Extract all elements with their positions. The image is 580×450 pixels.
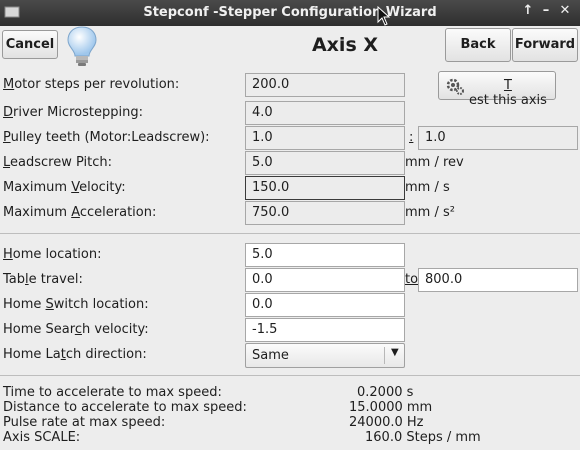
home-search-velocity-label: Home Search velocity: (3, 322, 149, 337)
cancel-button[interactable]: Cancel (2, 30, 58, 59)
leadscrew-pitch-unit: mm / rev (405, 155, 464, 170)
section-divider-1 (0, 233, 580, 234)
combo-divider (384, 347, 385, 364)
pulley-motor-field[interactable]: 1.0 (245, 126, 405, 150)
max-velocity-unit: mm / s (405, 180, 450, 195)
table-travel-to-label: to (405, 272, 419, 287)
back-button[interactable]: Back (445, 28, 511, 62)
summary-axis-scale-label: Axis SCALE: (3, 430, 81, 445)
summary-accel-time-value: 0.2000 s (357, 385, 414, 400)
max-velocity-label: Maximum Velocity: (3, 180, 126, 195)
home-latch-direction-value: Same (252, 348, 289, 363)
max-acceleration-unit: mm / s² (405, 205, 455, 220)
table-travel-label: Table travel: (3, 272, 83, 287)
forward-label: Forward (514, 37, 576, 52)
window-title: Stepconf -Stepper Configuration Wizard (143, 5, 437, 20)
title-bar[interactable]: Stepconf -Stepper Configuration Wizard ↑… (0, 0, 580, 26)
pin-icon[interactable]: ↑ (520, 3, 536, 21)
leadscrew-pitch-label: Leadscrew Pitch: (3, 155, 113, 170)
back-label: Back (460, 37, 496, 52)
minimize-icon[interactable]: – (538, 3, 554, 21)
close-icon[interactable]: ✕ (557, 3, 573, 21)
forward-button[interactable]: Forward (512, 28, 578, 62)
summary-accel-distance-label: Distance to accelerate to max speed: (3, 400, 247, 415)
motor-steps-label: Motor steps per revolution: (3, 77, 180, 92)
leadscrew-pitch-field[interactable]: 5.0 (245, 151, 405, 175)
gear-icon (446, 78, 464, 95)
cancel-label: Cancel (5, 37, 55, 52)
max-velocity-field[interactable]: 150.0 (245, 176, 405, 200)
microstepping-label: Driver Microstepping: (3, 105, 143, 120)
motor-steps-field[interactable]: 200.0 (245, 73, 405, 97)
table-travel-from-field[interactable]: 0.0 (245, 268, 405, 292)
summary-accel-time-label: Time to accelerate to max speed: (3, 385, 222, 400)
cursor-icon (377, 6, 391, 26)
summary-axis-scale-value: 160.0 Steps / mm (365, 430, 481, 445)
test-axis-label: Test this axis (469, 78, 547, 108)
pulley-separator: : (409, 130, 414, 145)
pulley-leadscrew-field[interactable]: 1.0 (418, 126, 578, 150)
summary-pulse-rate-value: 24000.0 Hz (349, 415, 424, 430)
home-location-label: Home location: (3, 247, 102, 262)
max-acceleration-field[interactable]: 750.0 (245, 201, 405, 225)
max-acceleration-label: Maximum Acceleration: (3, 205, 157, 220)
home-search-velocity-field[interactable]: -1.5 (245, 318, 405, 342)
home-switch-label: Home Switch location: (3, 297, 149, 312)
stepconf-window: Stepconf -Stepper Configuration Wizard ↑… (0, 0, 580, 450)
microstepping-field[interactable]: 4.0 (245, 101, 405, 125)
home-switch-field[interactable]: 0.0 (245, 293, 405, 317)
chevron-down-icon: ▼ (391, 347, 399, 358)
pulley-label: Pulley teeth (Motor:Leadscrew): (3, 130, 210, 145)
home-latch-direction-label: Home Latch direction: (3, 347, 147, 362)
page-title: Axis X (311, 34, 379, 56)
lightbulb-icon (67, 26, 97, 66)
summary-pulse-rate-label: Pulse rate at max speed: (3, 415, 166, 430)
section-divider-2 (0, 375, 580, 376)
test-axis-button[interactable]: Test this axis (438, 71, 556, 108)
home-latch-direction-select[interactable]: Same ▼ (245, 343, 405, 368)
home-location-field[interactable]: 5.0 (245, 243, 405, 267)
table-travel-to-field[interactable]: 800.0 (418, 268, 578, 292)
summary-accel-distance-value: 15.0000 mm (349, 400, 433, 415)
